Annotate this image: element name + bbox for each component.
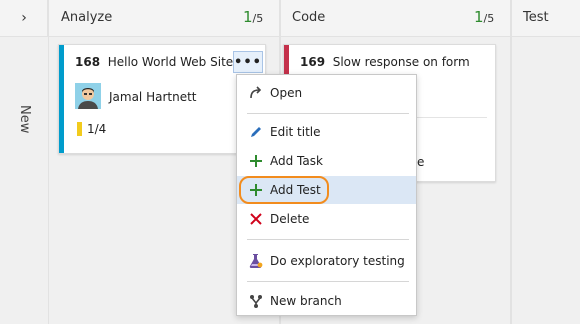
card-id: 169 bbox=[300, 55, 326, 69]
wip-limit: /5 bbox=[252, 12, 264, 25]
work-item-card[interactable]: 168 Hello World Web Site ••• Jamal Hartn… bbox=[58, 44, 266, 154]
menu-item-label: Edit title bbox=[270, 125, 321, 139]
chevron-right-icon: › bbox=[21, 10, 27, 26]
card-color-bar bbox=[59, 45, 64, 153]
task-progress-indicator bbox=[77, 122, 82, 136]
column-title-code: Code bbox=[292, 10, 326, 25]
menu-item-label: Delete bbox=[270, 212, 310, 226]
menu-separator bbox=[247, 281, 409, 282]
wip-limit: /5 bbox=[483, 12, 495, 25]
card-id: 168 bbox=[75, 55, 101, 69]
card-title-text: Slow response on form bbox=[332, 55, 470, 69]
column-body-test bbox=[512, 36, 580, 324]
column-title-test: Test bbox=[523, 10, 549, 25]
open-icon bbox=[247, 84, 265, 102]
menu-item-label: Open bbox=[270, 86, 303, 100]
menu-item-delete[interactable]: Delete bbox=[237, 205, 416, 233]
menu-item-label: Add Task bbox=[270, 154, 323, 168]
card-assignee[interactable]: Jamal Hartnett bbox=[109, 90, 197, 104]
card-partial-text: e bbox=[417, 155, 425, 169]
card-title[interactable]: 168 Hello World Web Site bbox=[75, 55, 233, 69]
task-progress-count[interactable]: 1/4 bbox=[87, 122, 106, 136]
column-wip-code: 1/5 bbox=[474, 8, 494, 26]
menu-separator bbox=[247, 113, 409, 114]
branch-icon bbox=[247, 292, 265, 310]
menu-item-exploratory-testing[interactable]: Do exploratory testing bbox=[237, 247, 416, 275]
card-divider bbox=[417, 117, 487, 118]
kanban-board: › Analyze 1/5 Code 1/5 Test New 168 Hell… bbox=[0, 0, 580, 324]
wip-count: 1 bbox=[474, 8, 484, 26]
board-header: › Analyze 1/5 Code 1/5 Test bbox=[0, 0, 580, 36]
card-title[interactable]: 169 Slow response on form bbox=[300, 55, 470, 69]
column-title-new: New bbox=[17, 105, 32, 134]
card-title-text: Hello World Web Site bbox=[107, 55, 234, 69]
wip-count: 1 bbox=[243, 8, 253, 26]
card-more-actions-button[interactable]: ••• bbox=[233, 51, 263, 73]
callout-highlight-ring bbox=[239, 176, 329, 204]
column-wip-analyze: 1/5 bbox=[243, 8, 263, 26]
menu-item-edit-title[interactable]: Edit title bbox=[237, 118, 416, 146]
menu-item-new-branch[interactable]: New branch bbox=[237, 287, 416, 315]
avatar bbox=[75, 83, 101, 109]
menu-item-label: Do exploratory testing bbox=[270, 254, 405, 268]
menu-item-label: New branch bbox=[270, 294, 342, 308]
menu-item-add-task[interactable]: Add Task bbox=[237, 147, 416, 175]
delete-x-icon bbox=[247, 210, 265, 228]
column-title-analyze: Analyze bbox=[61, 10, 113, 25]
pencil-icon bbox=[247, 123, 265, 141]
column-new-collapsed[interactable]: New bbox=[0, 36, 48, 324]
person-avatar-icon bbox=[75, 83, 101, 109]
expand-columns-button[interactable]: › bbox=[0, 0, 48, 36]
plus-icon bbox=[247, 152, 265, 170]
menu-separator bbox=[247, 239, 409, 240]
flask-icon bbox=[247, 252, 265, 270]
menu-item-open[interactable]: Open bbox=[237, 79, 416, 107]
